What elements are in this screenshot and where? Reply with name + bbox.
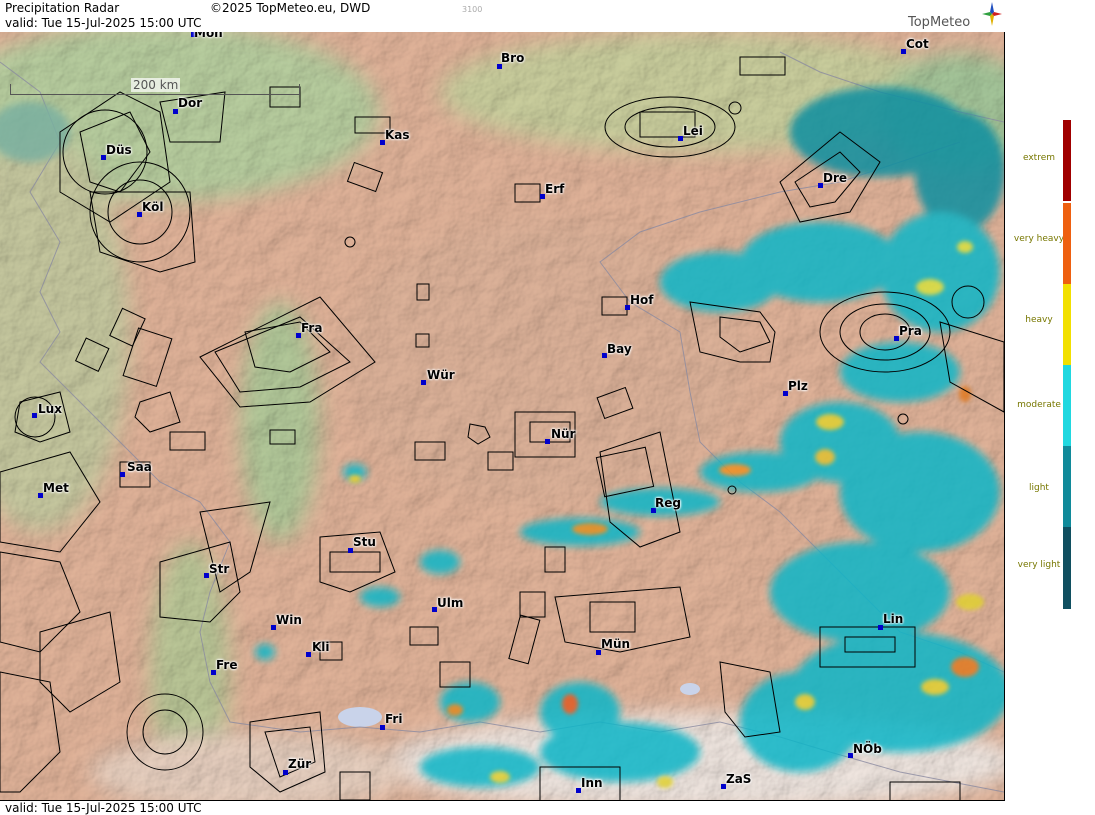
city-label-zas[interactable]: ZaS [726,772,751,786]
map-title: Precipitation Radar [5,1,120,15]
city-label-nob[interactable]: NÖb [853,742,882,756]
city-label-dor[interactable]: Dor [178,96,202,110]
city-label-hof[interactable]: Hof [630,293,654,307]
city-label-dre[interactable]: Dre [823,171,847,185]
legend-swatch-very-light [1063,527,1071,609]
brand-name[interactable]: TopMeteo [908,15,970,30]
legend-swatch-very-heavy [1063,203,1071,284]
city-marker [120,472,125,477]
city-label-stu[interactable]: Stu [353,535,376,549]
city-label-fre[interactable]: Fre [216,658,238,672]
city-label-kas[interactable]: Kas [385,128,410,142]
copyright-text: ©2025 TopMeteo.eu, DWD [210,1,371,15]
city-label-win[interactable]: Win [276,613,302,627]
city-marker [421,380,426,385]
city-marker [32,413,37,418]
city-label-bro[interactable]: Bro [501,51,524,65]
city-label-lux[interactable]: Lux [38,402,62,416]
city-label-reg[interactable]: Reg [655,496,681,510]
map-code: 3100 [462,5,483,14]
city-marker [306,652,311,657]
city-label-pra[interactable]: Pra [899,324,922,338]
legend-swatch-moderate [1063,365,1071,446]
city-label-lei[interactable]: Lei [683,124,703,138]
legend-swatch-light [1063,446,1071,527]
legend-swatch-extrem [1063,120,1071,201]
precipitation-legend: extrem very heavy heavy moderate light v… [1005,0,1095,814]
city-marker [545,439,550,444]
city-label-mon[interactable]: Mon [194,32,223,40]
city-label-mun[interactable]: Mün [601,637,630,651]
map-canvas [0,32,1004,800]
city-label-bay[interactable]: Bay [607,342,632,356]
city-label-lin[interactable]: Lin [883,612,903,626]
legend-swatch-heavy [1063,284,1071,365]
radar-map[interactable]: 200 km Mon Bro Cot Dor Kas Lei Düs Erf D… [0,32,1005,800]
city-label-saa[interactable]: Saa [127,460,152,474]
city-label-kli[interactable]: Kli [312,640,330,654]
header-bar: Precipitation Radar ©2025 TopMeteo.eu, D… [0,0,1005,33]
city-label-zur[interactable]: Zür [288,757,311,771]
scale-label: 200 km [131,78,181,92]
city-label-erf[interactable]: Erf [545,182,564,196]
city-label-wur[interactable]: Wür [427,368,455,382]
city-label-str[interactable]: Str [209,562,229,576]
city-label-fra[interactable]: Fra [301,321,322,335]
valid-time-top: valid: Tue 15-Jul-2025 15:00 UTC [5,16,202,30]
city-label-nur[interactable]: Nür [551,427,576,441]
city-label-cot[interactable]: Cot [906,37,929,51]
city-label-ulm[interactable]: Ulm [437,596,463,610]
city-label-inn[interactable]: Inn [581,776,603,790]
city-label-met[interactable]: Met [43,481,69,495]
city-label-fri[interactable]: Fri [385,712,402,726]
city-label-plz[interactable]: Plz [788,379,808,393]
compass-star-icon [982,2,1002,26]
city-label-kol[interactable]: Köl [142,200,163,214]
footer-bar: valid: Tue 15-Jul-2025 15:00 UTC [0,800,1005,815]
valid-time-bottom: valid: Tue 15-Jul-2025 15:00 UTC [5,801,202,815]
city-label-dus[interactable]: Düs [106,143,132,157]
